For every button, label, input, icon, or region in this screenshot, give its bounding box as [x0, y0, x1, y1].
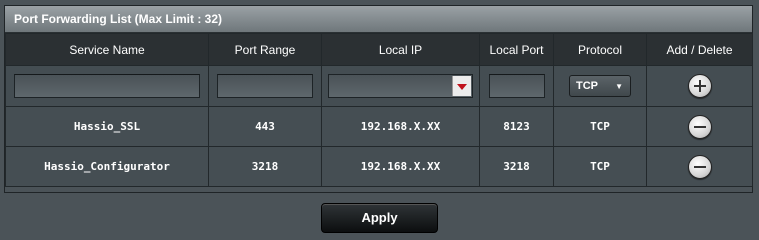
minus-circle-icon	[693, 165, 706, 168]
port-range-input[interactable]	[217, 74, 313, 98]
local-port-input[interactable]	[488, 74, 545, 98]
table-row: Hassio_SSL 443 192.168.X.XX 8123 TCP	[5, 106, 753, 147]
cell-local-ip: 192.168.X.XX	[321, 106, 480, 147]
service-name-input[interactable]	[14, 74, 200, 98]
port-forwarding-panel: Port Forwarding List (Max Limit : 32) Se…	[4, 5, 753, 193]
header-protocol: Protocol	[553, 33, 647, 66]
delete-entry-button[interactable]	[687, 154, 712, 179]
cell-service-name: Hassio_Configurator	[5, 146, 209, 187]
new-entry-row: TCP ▼	[5, 65, 753, 107]
table-header-row: Service Name Port Range Local IP Local P…	[5, 33, 753, 66]
local-ip-input[interactable]	[328, 74, 473, 98]
add-entry-button[interactable]	[687, 74, 712, 98]
header-local-port: Local Port	[479, 33, 554, 66]
cell-protocol: TCP	[553, 146, 647, 187]
minus-circle-icon	[693, 125, 706, 128]
protocol-select-value: TCP	[576, 80, 598, 92]
delete-entry-button[interactable]	[687, 114, 712, 139]
cell-local-port: 8123	[479, 106, 554, 147]
cell-service-name: Hassio_SSL	[5, 106, 209, 147]
cell-local-port: 3218	[479, 146, 554, 187]
cell-protocol: TCP	[553, 106, 647, 147]
port-forwarding-table: Service Name Port Range Local IP Local P…	[5, 33, 753, 187]
protocol-select[interactable]: TCP ▼	[569, 75, 631, 97]
cell-local-ip: 192.168.X.XX	[321, 146, 480, 187]
header-port-range: Port Range	[208, 33, 322, 66]
panel-titlebar: Port Forwarding List (Max Limit : 32)	[5, 6, 752, 33]
chevron-down-icon	[457, 84, 467, 90]
apply-button[interactable]: Apply	[321, 203, 438, 233]
local-ip-dropdown-button[interactable]	[452, 76, 471, 96]
header-service-name: Service Name	[5, 33, 209, 66]
header-local-ip: Local IP	[321, 33, 480, 66]
header-add-delete: Add / Delete	[646, 33, 753, 66]
cell-port-range: 443	[208, 106, 322, 147]
chevron-down-icon: ▼	[615, 82, 623, 91]
cell-port-range: 3218	[208, 146, 322, 187]
table-row: Hassio_Configurator 3218 192.168.X.XX 32…	[5, 146, 753, 187]
panel-title: Port Forwarding List (Max Limit : 32)	[14, 12, 223, 26]
